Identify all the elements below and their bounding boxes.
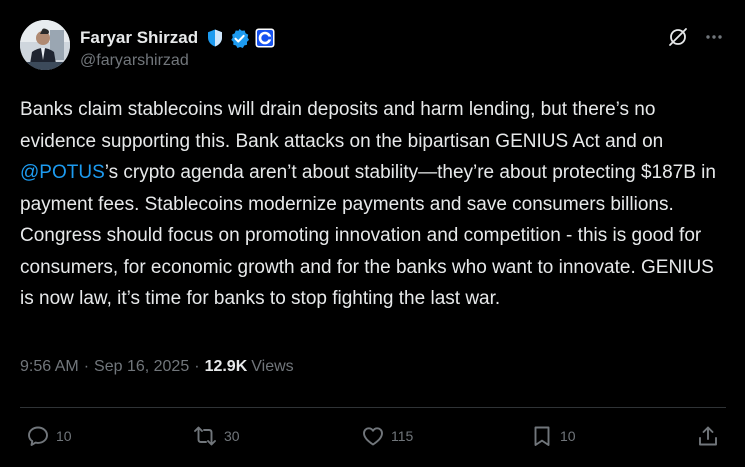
reply-button[interactable]: 10 <box>26 420 72 452</box>
like-button[interactable]: 115 <box>361 420 413 452</box>
reply-count: 10 <box>56 428 72 444</box>
views-count[interactable]: 12.9K <box>205 358 248 376</box>
coinbase-affiliate-icon[interactable] <box>254 28 275 49</box>
display-name[interactable]: Faryar Shirzad <box>80 28 198 48</box>
post-meta: 9:56 AM · Sep 16, 2025 · 12.9K Views <box>20 358 294 376</box>
avatar[interactable] <box>20 20 70 70</box>
post-text-part-2: ’s crypto agenda aren’t about stability—… <box>20 162 716 309</box>
post-card: Faryar Shirzad @faryarshirzad Banks clai… <box>0 0 745 467</box>
reply-icon <box>28 426 48 446</box>
views-label: Views <box>251 358 294 375</box>
action-bar: 10 30 115 10 <box>0 420 745 452</box>
more-horizontal-icon[interactable] <box>703 26 725 48</box>
post-header: Faryar Shirzad @faryarshirzad <box>20 20 725 72</box>
meta-separator: · <box>83 358 90 375</box>
bookmark-button[interactable]: 10 <box>530 420 576 452</box>
repost-count: 30 <box>224 428 240 444</box>
bookmark-icon <box>534 426 550 446</box>
shield-badge-icon <box>204 28 225 49</box>
post-text: Banks claim stablecoins will drain depos… <box>20 94 726 315</box>
heart-icon <box>363 427 383 446</box>
header-actions <box>667 26 725 48</box>
person-avatar-icon <box>20 20 70 70</box>
mention-link[interactable]: @POTUS <box>20 162 105 183</box>
post-time[interactable]: 9:56 AM <box>20 358 79 376</box>
verified-badge-icon[interactable] <box>229 28 250 49</box>
share-button[interactable] <box>696 420 720 452</box>
bookmark-count: 10 <box>560 428 576 444</box>
repost-button[interactable]: 30 <box>192 420 240 452</box>
repost-icon <box>194 426 216 446</box>
post-date[interactable]: Sep 16, 2025 <box>94 358 189 376</box>
share-icon <box>699 426 717 446</box>
user-handle[interactable]: @faryarshirzad <box>80 52 189 70</box>
grok-icon[interactable] <box>667 26 689 48</box>
post-text-part-1: Banks claim stablecoins will drain depos… <box>20 99 664 152</box>
meta-separator: · <box>194 358 200 375</box>
like-count: 115 <box>391 428 414 444</box>
divider <box>20 407 726 408</box>
name-row: Faryar Shirzad <box>80 26 275 50</box>
